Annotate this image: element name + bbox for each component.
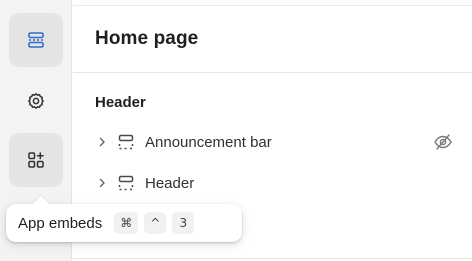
section-item-header[interactable]: Header xyxy=(95,170,472,196)
eye-off-icon[interactable] xyxy=(433,133,453,156)
group-title-header: Header xyxy=(95,94,146,111)
chevron-right-icon[interactable] xyxy=(95,137,109,147)
rail-button-settings[interactable] xyxy=(9,74,63,128)
section-item-announcement-bar[interactable]: Announcement bar xyxy=(95,129,472,155)
page-title: Home page xyxy=(95,28,199,49)
rail-button-sections[interactable] xyxy=(9,13,63,67)
theme-editor: Home page Header Announcement bar Header… xyxy=(0,0,472,261)
shortcut-key-3: 3 xyxy=(172,212,195,234)
sections-icon xyxy=(26,30,46,50)
divider xyxy=(73,5,472,6)
tooltip-label: App embeds xyxy=(18,214,103,232)
section-item-label: Header xyxy=(145,174,195,192)
section-icon xyxy=(117,174,137,192)
section-item-label: Announcement bar xyxy=(145,133,272,151)
chevron-right-icon[interactable] xyxy=(95,178,109,188)
app-embeds-icon xyxy=(26,150,46,170)
rail-button-app-embeds[interactable] xyxy=(9,133,63,187)
shortcut-key-control: ^ xyxy=(144,212,167,234)
gear-icon xyxy=(26,91,46,111)
tooltip-app-embeds: App embeds ⌘ ^ 3 xyxy=(6,195,242,242)
divider xyxy=(73,258,472,259)
divider xyxy=(73,72,472,73)
section-icon xyxy=(117,133,137,151)
shortcut-key-command: ⌘ xyxy=(114,212,139,234)
